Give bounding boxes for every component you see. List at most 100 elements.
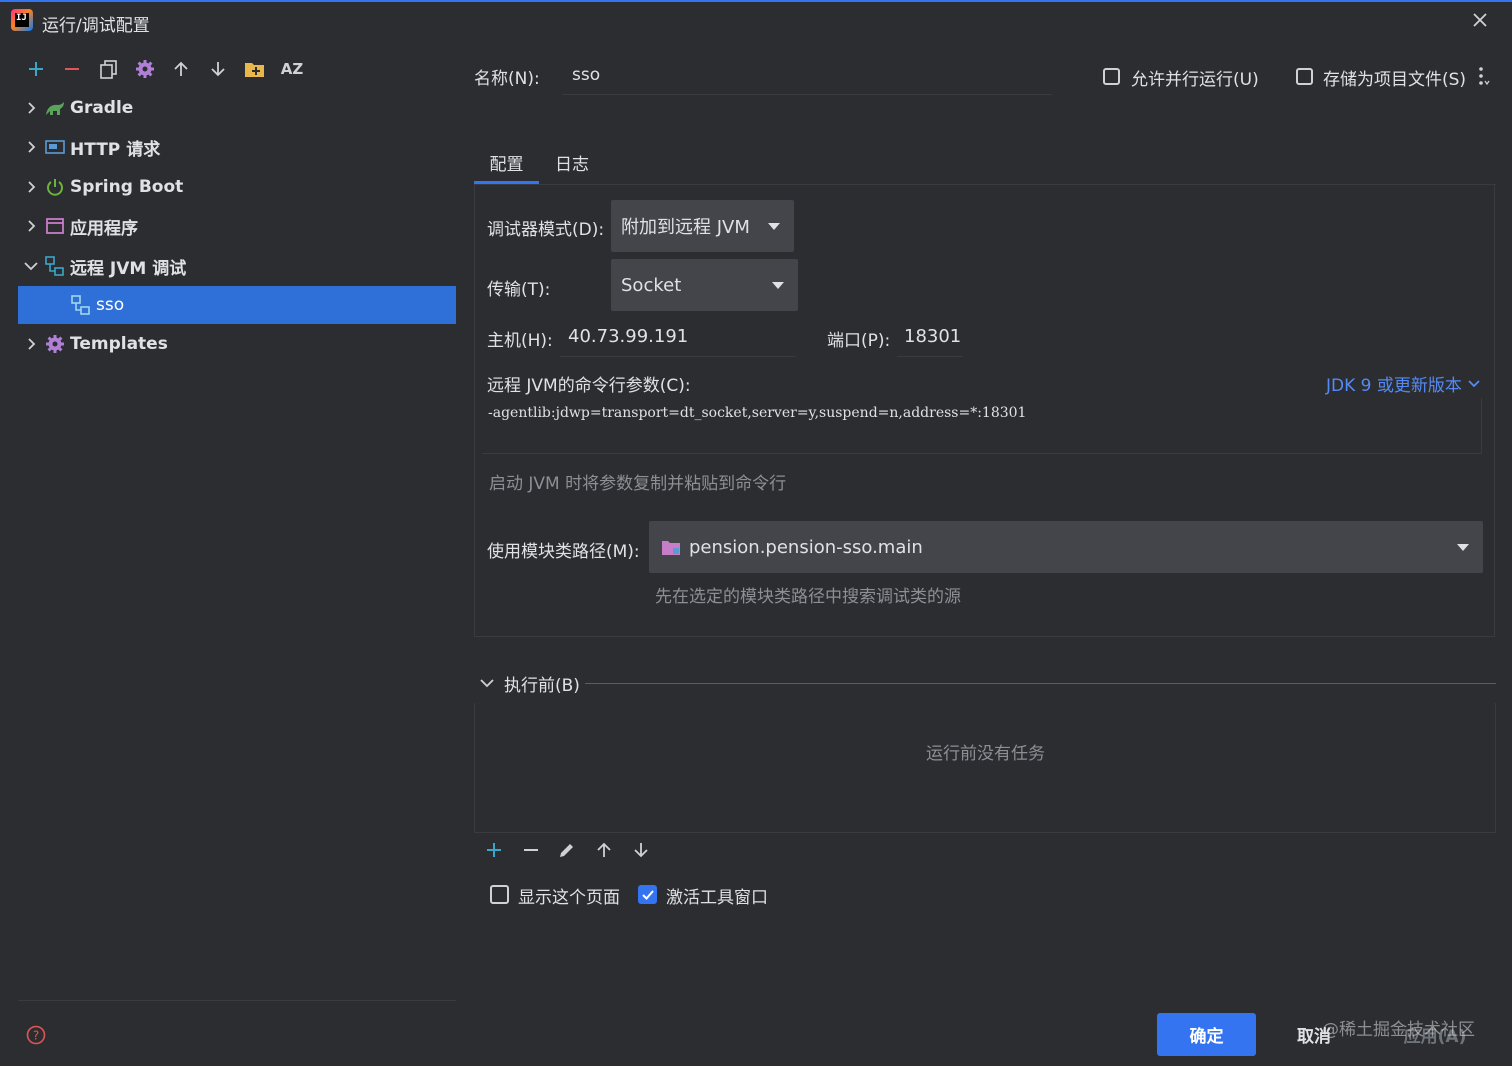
title-bar [0, 0, 1512, 44]
spring-boot-icon [44, 176, 66, 198]
show-page-label: 显示这个页面 [518, 888, 620, 908]
before-launch-task-list[interactable] [474, 703, 1496, 833]
allow-parallel-label: 允许并行运行(U) [1131, 70, 1259, 90]
module-classpath-label: 使用模块类路径(M): [487, 542, 640, 562]
tree-item-label: Spring Boot [70, 177, 184, 197]
debugger-mode-label: 调试器模式(D): [487, 220, 605, 240]
close-icon[interactable] [1468, 8, 1492, 32]
settings-icon[interactable] [132, 56, 158, 82]
cmdline-label: 远程 JVM的命令行参数(C): [487, 376, 691, 396]
tree-item-label: sso [96, 295, 125, 315]
new-folder-icon[interactable] [242, 56, 268, 82]
module-classpath-value: pension.pension-sso.main [689, 536, 923, 558]
host-value: 40.73.99.191 [568, 326, 689, 347]
gradle-icon [44, 97, 66, 119]
left-footer-divider [18, 1000, 456, 1001]
jdk-version-link[interactable]: JDK 9 或更新版本 [1326, 371, 1481, 396]
tree-item-gradle[interactable]: Gradle [18, 89, 456, 127]
chevron-right-icon[interactable] [18, 102, 44, 114]
chevron-down-icon [768, 223, 780, 230]
tree-item-sso[interactable]: sso [18, 286, 456, 324]
chevron-right-icon[interactable] [18, 141, 44, 153]
tree-item-label: 应用程序 [70, 218, 138, 239]
remote-jvm-debug-icon [70, 294, 92, 316]
allow-parallel-checkbox[interactable] [1103, 68, 1120, 85]
remove-icon[interactable] [522, 841, 542, 861]
move-up-icon[interactable] [595, 841, 615, 861]
tab-logs-label: 日志 [555, 155, 589, 175]
application-icon [44, 215, 66, 237]
chevron-right-icon[interactable] [18, 181, 44, 193]
window-title: 运行/调试配置 [42, 16, 150, 36]
store-project-file-label: 存储为项目文件(S) [1323, 70, 1467, 90]
add-icon[interactable] [485, 841, 505, 861]
transport-dropdown[interactable]: Socket [611, 259, 798, 311]
tree-item-application[interactable]: 应用程序 [18, 207, 456, 245]
before-launch-empty-text: 运行前没有任务 [926, 744, 1045, 764]
remote-jvm-debug-icon [44, 255, 66, 277]
add-icon[interactable] [23, 56, 49, 82]
tree-item-templates[interactable]: Templates [18, 325, 456, 363]
show-page-checkbox[interactable] [490, 885, 509, 904]
module-classpath-dropdown[interactable]: pension.pension-sso.main [649, 521, 1483, 573]
debugger-mode-dropdown[interactable]: 附加到远程 JVM [611, 200, 794, 252]
name-value: sso [572, 65, 601, 85]
host-field[interactable]: 40.73.99.191 [560, 320, 796, 357]
chevron-down-icon[interactable] [18, 260, 44, 272]
module-folder-icon [661, 538, 681, 556]
jdk-version-link-label: JDK 9 或更新版本 [1326, 376, 1462, 396]
name-label: 名称(N): [474, 69, 540, 89]
more-options-icon[interactable] [1476, 66, 1490, 88]
cmdline-value: -agentlib:jdwp=transport=dt_socket,serve… [488, 405, 1027, 421]
move-up-icon[interactable] [168, 56, 194, 82]
copy-icon[interactable] [96, 56, 122, 82]
name-field[interactable]: sso [562, 58, 1052, 95]
checkmark-icon [642, 890, 654, 900]
chevron-right-icon[interactable] [18, 338, 44, 350]
tab-config-label: 配置 [489, 155, 524, 175]
watermark: @稀土掘金技术社区 [1322, 1020, 1475, 1040]
activate-tool-window-checkbox[interactable] [638, 885, 657, 904]
help-icon[interactable]: ? [26, 1025, 46, 1045]
port-label: 端口(P): [827, 331, 891, 351]
host-label: 主机(H): [487, 331, 553, 351]
chevron-down-icon[interactable] [480, 674, 494, 694]
debugger-mode-value: 附加到远程 JVM [621, 217, 750, 238]
before-launch-title[interactable]: 执行前(B) [504, 671, 580, 696]
tree-item-remote-jvm-debug[interactable]: 远程 JVM 调试 [18, 247, 456, 285]
sort-az-label: AZ [280, 60, 304, 78]
ok-button[interactable]: 确定 [1157, 1013, 1256, 1056]
chevron-right-icon[interactable] [18, 220, 44, 232]
tab-config[interactable]: 配置 [474, 146, 539, 184]
activate-tool-window-label: 激活工具窗口 [666, 888, 768, 908]
cmdline-hint: 启动 JVM 时将参数复制并粘贴到命令行 [489, 474, 787, 494]
templates-gear-icon [44, 333, 66, 355]
ok-button-label: 确定 [1189, 1027, 1224, 1047]
module-classpath-hint: 先在选定的模块类路径中搜索调试类的源 [655, 587, 961, 607]
tab-logs[interactable]: 日志 [546, 146, 598, 188]
tree-item-label: Gradle [70, 98, 134, 118]
chevron-down-icon [1468, 379, 1480, 387]
chevron-down-icon [1457, 544, 1469, 551]
store-project-file-checkbox[interactable] [1296, 68, 1313, 85]
remove-icon[interactable] [59, 56, 85, 82]
tree-item-spring-boot[interactable]: Spring Boot [18, 168, 456, 206]
intellij-app-icon: IJ [11, 9, 33, 31]
port-field[interactable]: 18301 [897, 320, 963, 357]
transport-value: Socket [621, 274, 682, 296]
chevron-down-icon [772, 282, 784, 289]
sort-az-icon[interactable]: AZ [279, 56, 305, 82]
edit-icon[interactable] [558, 841, 578, 861]
before-launch-separator [585, 683, 1496, 684]
tree-item-http-request[interactable]: HTTP 请求 [18, 128, 456, 166]
transport-label: 传输(T): [487, 280, 551, 300]
tree-item-label: Templates [70, 334, 168, 354]
http-request-icon [44, 136, 66, 158]
move-down-icon[interactable] [205, 56, 231, 82]
move-down-icon[interactable] [632, 841, 652, 861]
tree-item-label: 远程 JVM 调试 [70, 258, 187, 279]
port-value: 18301 [904, 326, 962, 347]
svg-text:?: ? [33, 1029, 39, 1043]
tree-item-label: HTTP 请求 [70, 139, 161, 160]
cmdline-text-area[interactable]: -agentlib:jdwp=transport=dt_socket,serve… [482, 398, 1482, 454]
